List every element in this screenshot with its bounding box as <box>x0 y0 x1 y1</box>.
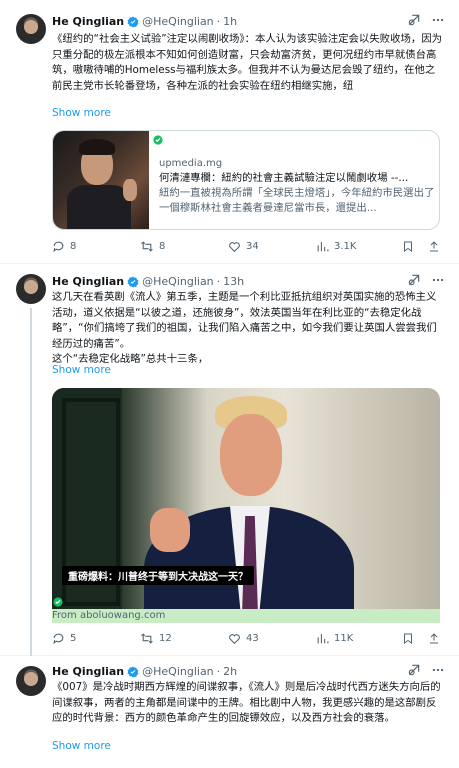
check-circle-icon <box>53 597 63 607</box>
repost-count: 12 <box>159 632 172 644</box>
author-name[interactable]: He Qinglian <box>52 15 124 28</box>
author-name[interactable]: He Qinglian <box>52 275 124 288</box>
like-count: 43 <box>246 632 259 644</box>
bookmark-icon <box>404 241 412 252</box>
reply-button[interactable]: 8 <box>52 238 76 254</box>
show-more-link[interactable]: Show more <box>52 364 111 376</box>
tweet-text: 《纽约的“社会主义试验”注定以闹剧收场》：本人认为该实验注定会以失败收场，因为只… <box>52 33 443 92</box>
like-icon <box>229 633 240 644</box>
card-domain: upmedia.mg <box>159 158 223 169</box>
link-card[interactable]: upmedia.mg 何清漣專欄：紐約的社會主義試驗注定以鬧劇收場 --... … <box>52 130 440 230</box>
reply-count: 8 <box>70 240 77 252</box>
views-icon <box>317 241 329 251</box>
author-handle[interactable]: @HeQinglian <box>142 665 214 678</box>
tweet-header: He Qinglian @HeQinglian · 13h <box>52 275 244 288</box>
tweet-header: He Qinglian @HeQinglian · 2h <box>52 665 237 678</box>
share-button[interactable] <box>428 630 440 646</box>
tweet-1[interactable]: He Qinglian @HeQinglian · 1h 《纽约的“社会主义试验… <box>0 0 459 264</box>
card-thumbnail <box>53 131 149 229</box>
views-count: 3.1K <box>334 240 357 252</box>
separator-dot: · <box>216 275 221 288</box>
views-count: 11K <box>334 632 354 644</box>
repost-count: 8 <box>159 240 166 252</box>
tweet-header: He Qinglian @HeQinglian · 1h <box>52 15 237 28</box>
show-more-link[interactable]: Show more <box>52 107 111 119</box>
bookmark-icon <box>404 633 412 644</box>
share-icon <box>430 632 438 643</box>
verified-badge-icon <box>127 16 139 27</box>
avatar[interactable] <box>16 274 46 304</box>
action-bar: 5 12 43 11K <box>52 630 442 646</box>
more-icon[interactable] <box>431 273 445 287</box>
grok-icon[interactable] <box>407 663 421 677</box>
tweet-menu <box>407 663 445 677</box>
check-circle-icon <box>153 135 163 145</box>
bookmark-button[interactable] <box>402 630 414 646</box>
author-handle[interactable]: @HeQinglian <box>142 15 214 28</box>
timestamp[interactable]: 1h <box>223 15 237 28</box>
verified-badge-icon <box>127 666 139 677</box>
like-icon <box>229 241 240 252</box>
avatar[interactable] <box>16 14 46 44</box>
more-icon[interactable] <box>431 13 445 27</box>
tweet-3[interactable]: He Qinglian @HeQinglian · 2h 《007》是冷战时期西… <box>0 656 459 768</box>
separator-dot: · <box>216 665 221 678</box>
repost-icon <box>141 240 153 252</box>
views-button[interactable]: 11K <box>316 630 353 646</box>
repost-button[interactable]: 8 <box>140 238 165 254</box>
author-handle[interactable]: @HeQinglian <box>142 275 214 288</box>
share-button[interactable] <box>428 238 440 254</box>
like-count: 34 <box>246 240 259 252</box>
grok-icon[interactable] <box>407 13 421 27</box>
reply-icon <box>53 633 64 644</box>
reply-button[interactable]: 5 <box>52 630 76 646</box>
tweet-text: 这几天在看英剧《流人》第五季，主题是一个利比亚抵抗组织对英国实施的恐怖主义活动，… <box>52 291 437 365</box>
timestamp[interactable]: 2h <box>223 665 237 678</box>
card-title: 何清漣專欄：紐約的社會主義試驗注定以鬧劇收場 --... <box>159 172 409 184</box>
repost-icon <box>141 632 153 644</box>
share-icon <box>430 240 438 251</box>
timestamp[interactable]: 13h <box>223 275 244 288</box>
views-icon <box>317 633 329 643</box>
thread-line <box>30 308 32 656</box>
tweet-text: 《007》是冷战时期西方辉煌的间谍叙事，《流人》则是后冷战时代西方迷失方向后的间… <box>52 681 441 724</box>
verified-badge-icon <box>127 276 139 287</box>
repost-button[interactable]: 12 <box>140 630 172 646</box>
bookmark-button[interactable] <box>402 238 414 254</box>
media-source[interactable]: From aboluowang.com <box>52 610 165 621</box>
grok-icon[interactable] <box>407 273 421 287</box>
tweet-menu <box>407 13 445 27</box>
views-button[interactable]: 3.1K <box>316 238 356 254</box>
tweet-menu <box>407 273 445 287</box>
media-image[interactable]: 重磅爆料：川普终于等到大决战这一天？ <box>52 388 440 620</box>
reply-count: 5 <box>70 632 77 644</box>
like-button[interactable]: 43 <box>228 630 259 646</box>
reply-icon <box>53 241 64 252</box>
action-bar: 8 8 34 3.1K <box>52 238 442 254</box>
media-caption: 重磅爆料：川普终于等到大决战这一天？ <box>62 566 254 585</box>
more-icon[interactable] <box>431 663 445 677</box>
avatar[interactable] <box>16 666 46 696</box>
card-description: 紐約一直被視為所謂「全球民主燈塔」，今年紐約市民選出了一個穆斯林社會主義者曼達尼… <box>159 187 435 214</box>
show-more-link[interactable]: Show more <box>52 740 111 752</box>
like-button[interactable]: 34 <box>228 238 259 254</box>
author-name[interactable]: He Qinglian <box>52 665 124 678</box>
separator-dot: · <box>216 15 221 28</box>
tweet-2[interactable]: He Qinglian @HeQinglian · 13h 这几天在看英剧《流人… <box>0 264 459 656</box>
